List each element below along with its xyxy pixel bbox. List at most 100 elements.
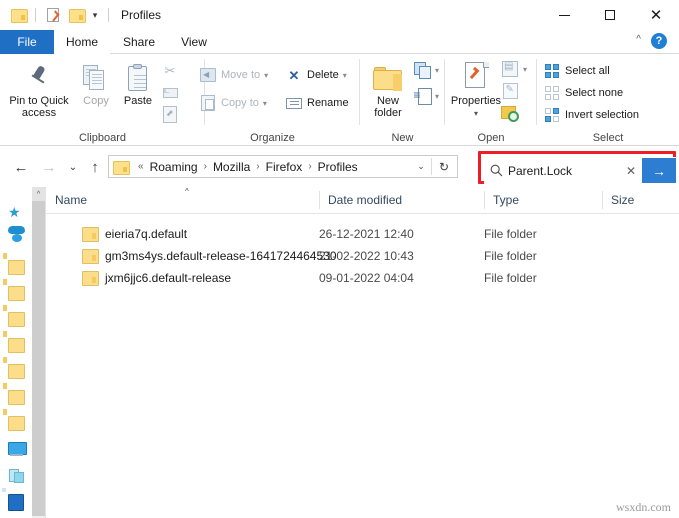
file-explorer-window: ▾ Profiles ✕ File Home Share View ^ ? Pi… [0, 0, 679, 518]
easy-access-button[interactable]: ▾ [413, 87, 439, 105]
open-with-caret-icon[interactable]: ▾ [523, 65, 527, 74]
properties-caret-icon[interactable]: ▾ [474, 109, 478, 118]
move-to-caret-icon[interactable]: ▾ [264, 71, 268, 80]
invert-selection-button[interactable]: Invert selection [543, 106, 639, 124]
back-button[interactable]: ← [10, 156, 32, 178]
scroll-up-arrow-icon[interactable]: ^ [32, 187, 45, 201]
nav-item-folder-4[interactable] [0, 335, 32, 357]
this-pc-icon [8, 442, 25, 458]
delete-caret-icon[interactable]: ▾ [343, 71, 347, 80]
minimize-button[interactable] [541, 0, 587, 30]
address-dropdown-caret-icon[interactable]: ⌄ [411, 156, 431, 177]
nav-item-drive[interactable] [0, 491, 32, 513]
nav-item-quick-access[interactable]: ★ [0, 201, 32, 223]
new-folder-button[interactable]: New folder [362, 58, 414, 119]
breadcrumb-mozilla[interactable]: Mozilla [212, 160, 251, 174]
ribbon-group-clipboard: Pin to Quick access Copy Paste ✂ \\... ⬈… [0, 54, 205, 146]
nav-item-onedrive[interactable] [0, 231, 32, 253]
recent-locations-button[interactable]: ⌄ [62, 156, 84, 178]
folder-icon [8, 312, 25, 328]
file-list: ^ Name Date modified Type Size eieria7q.… [46, 187, 679, 518]
table-row[interactable]: jxm6jjc6.default-release 09-01-2022 04:0… [46, 267, 679, 288]
paste-shortcut-icon[interactable] [160, 104, 180, 124]
nav-item-folder-2[interactable] [0, 283, 32, 305]
refresh-button[interactable]: ↻ [433, 156, 455, 177]
address-bar[interactable]: « Roaming › Mozilla › Firefox › Profiles… [108, 155, 458, 178]
tab-share[interactable]: Share [110, 30, 168, 54]
history-button[interactable] [501, 104, 523, 122]
table-row[interactable]: eieria7q.default 26-12-2021 12:40 File f… [46, 223, 679, 244]
search-input[interactable]: Parent.Lock [508, 164, 620, 178]
watermark: wsxdn.com [616, 500, 671, 514]
breadcrumb-roaming[interactable]: Roaming [149, 160, 199, 174]
breadcrumb-overflow-icon[interactable]: « [133, 161, 149, 172]
new-group-label: New [391, 132, 414, 144]
navigation-pane-scrollbar[interactable]: ^ [32, 187, 45, 518]
edit-icon [501, 82, 519, 100]
nav-item-network[interactable] [0, 465, 32, 487]
pin-label-line1: Pin to Quick [9, 95, 69, 107]
breadcrumb-firefox[interactable]: Firefox [265, 160, 304, 174]
edit-button[interactable] [501, 82, 523, 100]
breadcrumb-separator-3[interactable]: › [303, 161, 316, 172]
column-header-type[interactable]: Type [484, 187, 602, 213]
paste-button[interactable]: Paste [116, 58, 160, 107]
help-icon[interactable]: ? [651, 33, 667, 49]
tab-home[interactable]: Home [54, 30, 110, 54]
address-folder-icon [113, 160, 130, 175]
nav-item-this-pc[interactable] [0, 439, 32, 461]
table-row[interactable]: gm3ms4ys.default-release-1641724464530 2… [46, 245, 679, 266]
copy-path-icon[interactable]: \\... [160, 83, 180, 103]
breadcrumb-separator-1[interactable]: › [199, 161, 212, 172]
copy-to-caret-icon[interactable]: ▾ [263, 99, 267, 108]
move-to-button[interactable]: Move to ▾ [199, 66, 268, 84]
nav-item-folder-6[interactable] [0, 387, 32, 409]
folder-icon [8, 260, 25, 276]
column-header-size[interactable]: Size [602, 187, 679, 213]
clear-search-icon[interactable]: ✕ [620, 164, 642, 178]
close-button[interactable]: ✕ [633, 0, 679, 30]
breadcrumb-separator-2[interactable]: › [251, 161, 264, 172]
maximize-button[interactable] [587, 0, 633, 30]
forward-button[interactable]: → [38, 156, 60, 178]
tab-view[interactable]: View [168, 30, 220, 54]
delete-button[interactable]: ✕ Delete ▾ [285, 66, 347, 84]
qat-new-folder-icon[interactable] [66, 5, 86, 25]
new-folder-label-line1: New [376, 95, 399, 107]
paste-icon [126, 58, 150, 92]
cut-icon[interactable]: ✂ [160, 60, 180, 80]
easy-access-icon [413, 87, 432, 105]
window-title: Profiles [121, 8, 162, 22]
qat-folder-icon[interactable] [8, 5, 28, 25]
copy-button[interactable]: Copy [74, 58, 118, 107]
nav-item-folder-1[interactable] [0, 257, 32, 279]
column-header-date-modified[interactable]: Date modified [319, 187, 484, 213]
search-go-button[interactable]: → [642, 158, 676, 183]
properties-button[interactable]: Properties ▾ [447, 58, 505, 120]
column-header-name[interactable]: Name [46, 187, 319, 213]
easy-access-caret-icon[interactable]: ▾ [435, 92, 439, 101]
select-all-button[interactable]: Select all [543, 62, 610, 80]
nav-item-folder-7[interactable] [0, 413, 32, 435]
qat-properties-icon[interactable] [43, 5, 63, 25]
tab-file[interactable]: File [0, 30, 54, 54]
select-none-button[interactable]: Select none [543, 84, 623, 102]
pin-to-quick-access-button[interactable]: Pin to Quick access [4, 58, 74, 119]
open-with-button[interactable]: ▾ [501, 60, 527, 78]
nav-item-folder-5[interactable] [0, 361, 32, 383]
search-box[interactable]: Parent.Lock ✕ → [484, 157, 676, 184]
scrollbar-thumb[interactable] [32, 201, 45, 516]
file-type: File folder [484, 270, 537, 285]
select-none-icon [543, 84, 561, 102]
rename-button[interactable]: Rename [285, 94, 349, 112]
new-item-caret-icon[interactable]: ▾ [435, 66, 439, 75]
qat-customize-caret-icon[interactable]: ▾ [89, 9, 101, 21]
quick-access-toolbar: ▾ [0, 5, 113, 25]
breadcrumb-profiles[interactable]: Profiles [317, 160, 359, 174]
copy-to-button[interactable]: Copy to ▾ [199, 94, 267, 112]
collapse-ribbon-icon[interactable]: ^ [636, 34, 641, 45]
nav-item-folder-3[interactable] [0, 309, 32, 331]
up-button[interactable]: ↑ [84, 156, 106, 178]
invert-selection-icon [543, 106, 561, 124]
new-item-button[interactable]: ▾ [413, 61, 439, 79]
